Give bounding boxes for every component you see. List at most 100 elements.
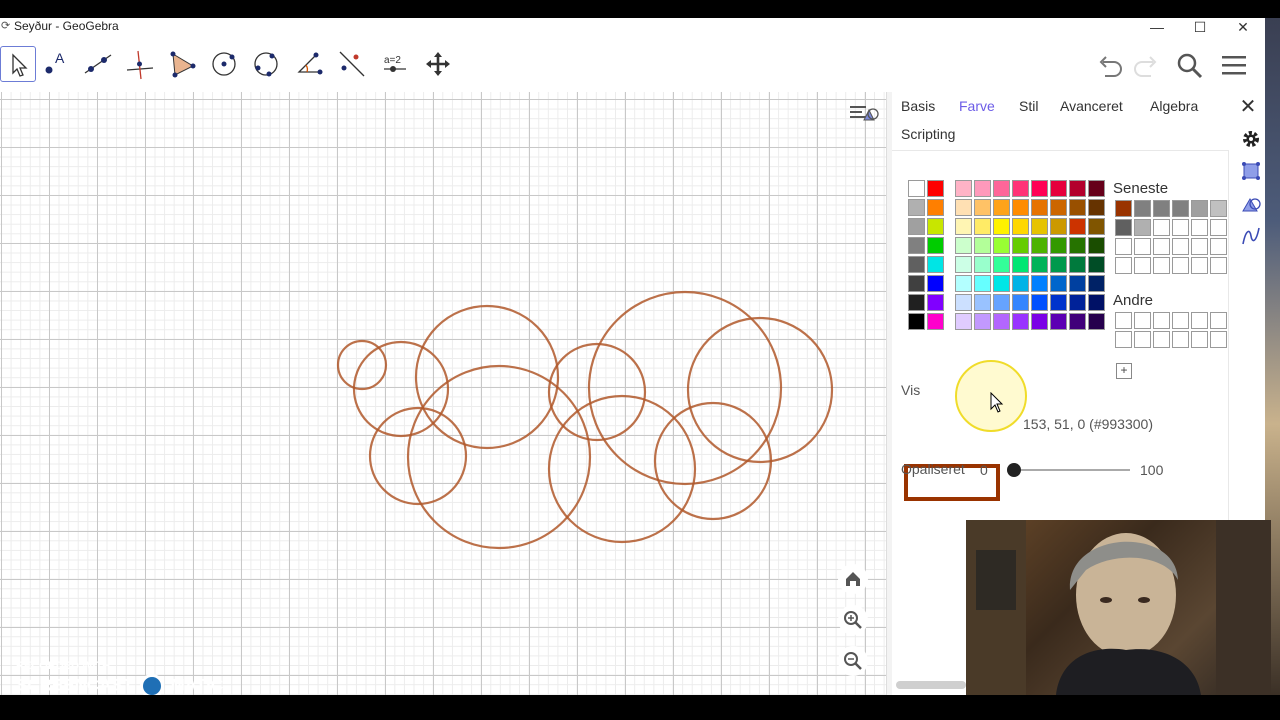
color-swatch[interactable] — [908, 218, 925, 235]
color-swatch[interactable] — [1088, 237, 1105, 254]
color-swatch[interactable] — [974, 294, 991, 311]
color-swatch[interactable] — [1031, 294, 1048, 311]
undo-button[interactable] — [1093, 48, 1127, 82]
color-swatch[interactable] — [927, 218, 944, 235]
graphics-settings-button[interactable] — [1240, 160, 1262, 182]
color-swatch[interactable] — [1012, 180, 1029, 197]
custom-color-swatch[interactable] — [1153, 312, 1170, 329]
color-swatch[interactable] — [974, 313, 991, 330]
recent-color-swatch[interactable] — [1172, 257, 1189, 274]
color-swatch[interactable] — [955, 237, 972, 254]
circle-object[interactable] — [686, 316, 834, 464]
color-swatch[interactable] — [1088, 313, 1105, 330]
color-swatch[interactable] — [993, 313, 1010, 330]
color-swatch[interactable] — [1050, 275, 1067, 292]
color-swatch[interactable] — [1031, 237, 1048, 254]
color-swatch[interactable] — [1050, 237, 1067, 254]
opacity-slider-track[interactable] — [1014, 469, 1130, 471]
circle-object[interactable] — [587, 290, 783, 486]
color-swatch[interactable] — [1050, 256, 1067, 273]
color-swatch[interactable] — [993, 256, 1010, 273]
recent-color-swatch[interactable] — [1191, 200, 1208, 217]
color-swatch[interactable] — [974, 199, 991, 216]
reflect-tool-button[interactable] — [334, 46, 370, 82]
horizontal-scrollbar[interactable] — [896, 681, 966, 689]
recent-color-swatch[interactable] — [1172, 238, 1189, 255]
recent-color-swatch[interactable] — [1153, 200, 1170, 217]
color-swatch[interactable] — [993, 275, 1010, 292]
color-swatch[interactable] — [1050, 294, 1067, 311]
custom-color-swatch[interactable] — [1172, 331, 1189, 348]
color-swatch[interactable] — [1088, 199, 1105, 216]
recent-color-swatch[interactable] — [1153, 257, 1170, 274]
color-swatch[interactable] — [1088, 256, 1105, 273]
color-swatch[interactable] — [1069, 218, 1086, 235]
color-swatch[interactable] — [974, 237, 991, 254]
move-tool-button[interactable] — [0, 46, 36, 82]
minimize-button[interactable]: — — [1137, 18, 1177, 36]
tab-algebra[interactable]: Algebra — [1150, 98, 1198, 114]
custom-color-swatch[interactable] — [1191, 312, 1208, 329]
color-swatch[interactable] — [1069, 199, 1086, 216]
color-swatch[interactable] — [1069, 313, 1086, 330]
recent-color-swatch[interactable] — [1153, 219, 1170, 236]
point-tool-button[interactable]: A — [38, 46, 74, 82]
recent-color-swatch[interactable] — [1134, 238, 1151, 255]
tab-basis[interactable]: Basis — [901, 98, 935, 114]
recent-color-swatch[interactable] — [1172, 200, 1189, 217]
recent-color-swatch[interactable] — [1115, 200, 1132, 217]
color-swatch[interactable] — [955, 256, 972, 273]
color-swatch[interactable] — [993, 237, 1010, 254]
color-swatch[interactable] — [1012, 313, 1029, 330]
style-bar-toggle-button[interactable] — [846, 98, 882, 128]
circle-object[interactable] — [414, 304, 560, 450]
color-swatch[interactable] — [1069, 275, 1086, 292]
color-swatch[interactable] — [955, 199, 972, 216]
color-swatch[interactable] — [927, 313, 944, 330]
recent-color-swatch[interactable] — [1172, 219, 1189, 236]
color-swatch[interactable] — [1031, 180, 1048, 197]
color-swatch[interactable] — [974, 275, 991, 292]
custom-color-swatch[interactable] — [1115, 331, 1132, 348]
tab-avanceret[interactable]: Avanceret — [1060, 98, 1123, 114]
color-swatch[interactable] — [1012, 275, 1029, 292]
color-swatch[interactable] — [927, 237, 944, 254]
color-swatch[interactable] — [955, 180, 972, 197]
color-swatch[interactable] — [1088, 180, 1105, 197]
custom-color-swatch[interactable] — [1134, 331, 1151, 348]
color-swatch[interactable] — [908, 199, 925, 216]
custom-color-swatch[interactable] — [1191, 331, 1208, 348]
color-swatch[interactable] — [1012, 199, 1029, 216]
custom-color-swatch[interactable] — [1210, 312, 1227, 329]
recent-color-swatch[interactable] — [1191, 257, 1208, 274]
tab-farve[interactable]: Farve — [959, 98, 995, 114]
color-swatch[interactable] — [1069, 294, 1086, 311]
color-swatch[interactable] — [974, 218, 991, 235]
color-swatch[interactable] — [1031, 313, 1048, 330]
color-swatch[interactable] — [1069, 180, 1086, 197]
custom-color-swatch[interactable] — [1210, 331, 1227, 348]
add-custom-color-button[interactable]: + — [1116, 363, 1132, 379]
custom-color-swatch[interactable] — [1153, 331, 1170, 348]
close-window-button[interactable]: ✕ — [1223, 18, 1263, 36]
color-swatch[interactable] — [908, 237, 925, 254]
color-swatch[interactable] — [1050, 218, 1067, 235]
color-swatch[interactable] — [927, 199, 944, 216]
recent-color-swatch[interactable] — [1134, 219, 1151, 236]
slider-tool-button[interactable]: a=2 — [377, 46, 413, 82]
color-swatch[interactable] — [908, 180, 925, 197]
opacity-slider-knob[interactable] — [1007, 463, 1021, 477]
color-swatch[interactable] — [955, 218, 972, 235]
circle-object[interactable] — [368, 406, 468, 506]
main-menu-button[interactable] — [1217, 48, 1251, 82]
color-swatch[interactable] — [1031, 256, 1048, 273]
move-view-tool-button[interactable] — [420, 46, 456, 82]
close-panel-button[interactable]: ✕ — [1237, 96, 1259, 118]
color-swatch[interactable] — [1012, 256, 1029, 273]
color-swatch[interactable] — [1050, 313, 1067, 330]
standard-view-button[interactable] — [838, 564, 868, 594]
recent-color-swatch[interactable] — [1134, 257, 1151, 274]
color-swatch[interactable] — [1031, 199, 1048, 216]
maximize-button[interactable]: ☐ — [1180, 18, 1220, 36]
color-swatch[interactable] — [955, 275, 972, 292]
